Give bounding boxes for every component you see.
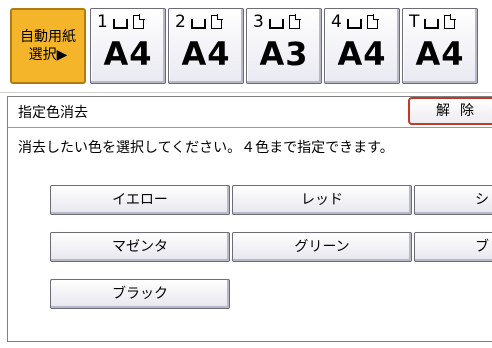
color-button-yellow[interactable]: イエロー — [50, 185, 230, 215]
paper-tray-bar: 自動用紙 選択▶ 1 A4 2 A4 3 A3 4 A4 T A4 — [0, 0, 492, 93]
auto-paper-select-label-1: 自動用紙 — [20, 29, 76, 45]
auto-paper-select-label-2: 選択▶ — [28, 47, 68, 63]
color-button-black[interactable]: ブラック — [50, 279, 230, 309]
paper-icon — [366, 15, 378, 29]
color-button-green[interactable]: グリーン — [232, 232, 412, 262]
tray-icon — [268, 19, 284, 29]
paper-icon — [444, 15, 456, 29]
tray-paper-size: A4 — [103, 35, 153, 73]
tray-4-button[interactable]: 4 A4 — [324, 8, 400, 84]
tray-paper-size: A4 — [181, 35, 231, 73]
color-button-red[interactable]: レッド — [232, 185, 412, 215]
tray-number: T — [409, 12, 420, 32]
tray-paper-size: A4 — [415, 35, 465, 73]
paper-icon — [210, 15, 222, 29]
tray-3-button[interactable]: 3 A3 — [246, 8, 322, 84]
screen: 自動用紙 選択▶ 1 A4 2 A4 3 A3 4 A4 T A4 指定色消去 … — [0, 0, 492, 348]
release-button[interactable]: 解除 — [408, 97, 492, 125]
tray-number: 1 — [97, 12, 108, 32]
auto-paper-select-button[interactable]: 自動用紙 選択▶ — [10, 8, 86, 84]
tray-2-button[interactable]: 2 A4 — [168, 8, 244, 84]
color-button-cyan[interactable]: シ — [414, 185, 492, 215]
tray-icon — [346, 19, 362, 29]
tray-paper-size: A4 — [337, 35, 387, 73]
instruction-text: 消去したい色を選択してください。４色まで指定できます。 — [18, 140, 394, 156]
tray-icon — [112, 19, 128, 29]
paper-icon — [132, 15, 144, 29]
tray-icon — [424, 19, 440, 29]
bypass-tray-button[interactable]: T A4 — [402, 8, 478, 84]
color-button-blue[interactable]: ブ — [414, 232, 492, 262]
color-erase-panel: 指定色消去 解除 消去したい色を選択してください。４色まで指定できます。 イエロ… — [7, 96, 492, 342]
panel-header: 指定色消去 解除 — [8, 97, 492, 128]
paper-icon — [288, 15, 300, 29]
tray-number: 3 — [253, 12, 264, 32]
tray-number: 4 — [331, 12, 342, 32]
color-button-magenta[interactable]: マゼンタ — [50, 232, 230, 262]
tray-icon — [190, 19, 206, 29]
panel-title: 指定色消去 — [18, 105, 88, 121]
tray-number: 2 — [175, 12, 186, 32]
tray-1-button[interactable]: 1 A4 — [90, 8, 166, 84]
tray-paper-size: A3 — [259, 35, 309, 73]
